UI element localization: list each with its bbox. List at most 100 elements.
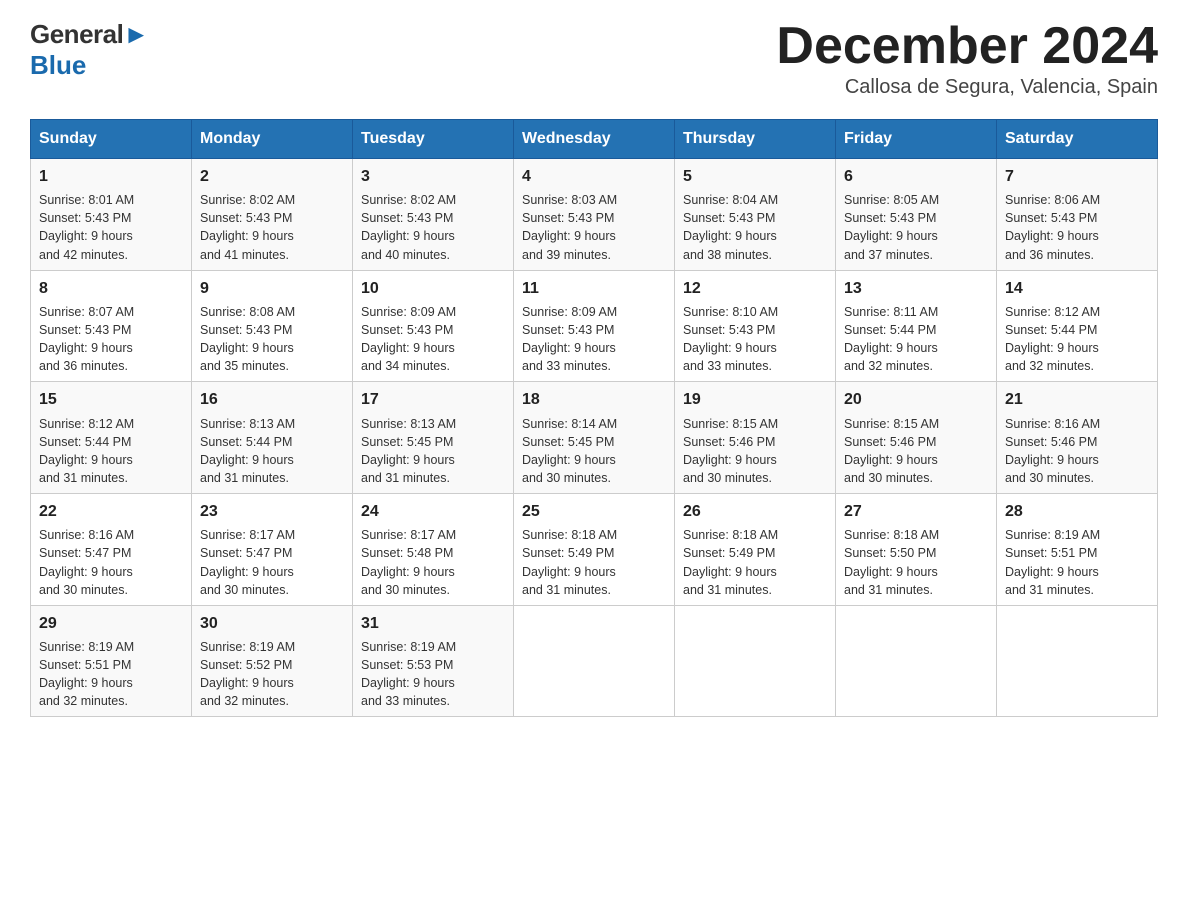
page-header: General► Blue December 2024 Callosa de S… — [30, 20, 1158, 99]
day-number: 17 — [361, 388, 505, 411]
day-info: Sunrise: 8:02 AMSunset: 5:43 PMDaylight:… — [200, 191, 344, 264]
day-number: 5 — [683, 165, 827, 188]
day-number: 23 — [200, 500, 344, 523]
day-info: Sunrise: 8:19 AMSunset: 5:51 PMDaylight:… — [39, 638, 183, 711]
day-number: 3 — [361, 165, 505, 188]
day-number: 27 — [844, 500, 988, 523]
day-info: Sunrise: 8:17 AMSunset: 5:47 PMDaylight:… — [200, 526, 344, 599]
calendar-week-row: 8 Sunrise: 8:07 AMSunset: 5:43 PMDaylight… — [31, 270, 1158, 382]
day-number: 6 — [844, 165, 988, 188]
day-info: Sunrise: 8:18 AMSunset: 5:49 PMDaylight:… — [522, 526, 666, 599]
calendar-cell: 25 Sunrise: 8:18 AMSunset: 5:49 PMDayligh… — [514, 494, 675, 606]
logo-text: General► — [30, 20, 149, 49]
col-tuesday: Tuesday — [353, 120, 514, 159]
title-block: December 2024 Callosa de Segura, Valenci… — [776, 20, 1158, 99]
calendar-table: Sunday Monday Tuesday Wednesday Thursday… — [30, 119, 1158, 717]
day-number: 25 — [522, 500, 666, 523]
calendar-cell: 20 Sunrise: 8:15 AMSunset: 5:46 PMDayligh… — [836, 382, 997, 494]
calendar-cell: 4 Sunrise: 8:03 AMSunset: 5:43 PMDaylight… — [514, 159, 675, 271]
day-info: Sunrise: 8:04 AMSunset: 5:43 PMDaylight:… — [683, 191, 827, 264]
calendar-week-row: 1 Sunrise: 8:01 AMSunset: 5:43 PMDaylight… — [31, 159, 1158, 271]
calendar-cell: 24Sunrise: 8:17 AMSunset: 5:48 PMDayligh… — [353, 494, 514, 606]
calendar-cell — [836, 605, 997, 717]
day-info: Sunrise: 8:01 AMSunset: 5:43 PMDaylight:… — [39, 191, 183, 264]
month-title: December 2024 — [776, 20, 1158, 72]
calendar-cell: 9Sunrise: 8:08 AMSunset: 5:43 PMDaylight… — [192, 270, 353, 382]
day-number: 2 — [200, 165, 344, 188]
col-saturday: Saturday — [997, 120, 1158, 159]
day-info: Sunrise: 8:15 AMSunset: 5:46 PMDaylight:… — [683, 415, 827, 488]
calendar-cell: 19 Sunrise: 8:15 AMSunset: 5:46 PMDayligh… — [675, 382, 836, 494]
day-info: Sunrise: 8:09 AMSunset: 5:43 PMDaylight:… — [522, 303, 666, 376]
calendar-cell: 21Sunrise: 8:16 AMSunset: 5:46 PMDayligh… — [997, 382, 1158, 494]
location: Callosa de Segura, Valencia, Spain — [776, 76, 1158, 99]
day-info: Sunrise: 8:19 AMSunset: 5:52 PMDaylight:… — [200, 638, 344, 711]
col-monday: Monday — [192, 120, 353, 159]
day-info: Sunrise: 8:07 AMSunset: 5:43 PMDaylight:… — [39, 303, 183, 376]
day-number: 13 — [844, 277, 988, 300]
calendar-cell: 18Sunrise: 8:14 AMSunset: 5:45 PMDayligh… — [514, 382, 675, 494]
day-info: Sunrise: 8:12 AMSunset: 5:44 PMDaylight:… — [1005, 303, 1149, 376]
calendar-week-row: 15Sunrise: 8:12 AMSunset: 5:44 PMDayligh… — [31, 382, 1158, 494]
calendar-cell: 26 Sunrise: 8:18 AMSunset: 5:49 PMDayligh… — [675, 494, 836, 606]
day-number: 31 — [361, 612, 505, 635]
calendar-cell: 31Sunrise: 8:19 AMSunset: 5:53 PMDayligh… — [353, 605, 514, 717]
day-info: Sunrise: 8:13 AMSunset: 5:45 PMDaylight:… — [361, 415, 505, 488]
calendar-cell: 17 Sunrise: 8:13 AMSunset: 5:45 PMDayligh… — [353, 382, 514, 494]
logo-blue-text: Blue — [30, 51, 86, 80]
calendar-cell: 8 Sunrise: 8:07 AMSunset: 5:43 PMDaylight… — [31, 270, 192, 382]
col-wednesday: Wednesday — [514, 120, 675, 159]
day-number: 21 — [1005, 388, 1149, 411]
day-number: 19 — [683, 388, 827, 411]
day-number: 30 — [200, 612, 344, 635]
day-info: Sunrise: 8:05 AMSunset: 5:43 PMDaylight:… — [844, 191, 988, 264]
calendar-cell: 10 Sunrise: 8:09 AMSunset: 5:43 PMDayligh… — [353, 270, 514, 382]
calendar-cell: 23 Sunrise: 8:17 AMSunset: 5:47 PMDayligh… — [192, 494, 353, 606]
day-info: Sunrise: 8:15 AMSunset: 5:46 PMDaylight:… — [844, 415, 988, 488]
day-info: Sunrise: 8:18 AMSunset: 5:49 PMDaylight:… — [683, 526, 827, 599]
calendar-cell: 29 Sunrise: 8:19 AMSunset: 5:51 PMDayligh… — [31, 605, 192, 717]
day-number: 22 — [39, 500, 183, 523]
day-info: Sunrise: 8:12 AMSunset: 5:44 PMDaylight:… — [39, 415, 183, 488]
day-info: Sunrise: 8:10 AMSunset: 5:43 PMDaylight:… — [683, 303, 827, 376]
calendar-cell: 3Sunrise: 8:02 AMSunset: 5:43 PMDaylight… — [353, 159, 514, 271]
day-info: Sunrise: 8:09 AMSunset: 5:43 PMDaylight:… — [361, 303, 505, 376]
day-number: 16 — [200, 388, 344, 411]
day-number: 12 — [683, 277, 827, 300]
col-sunday: Sunday — [31, 120, 192, 159]
calendar-week-row: 22Sunrise: 8:16 AMSunset: 5:47 PMDayligh… — [31, 494, 1158, 606]
calendar-cell — [514, 605, 675, 717]
day-number: 26 — [683, 500, 827, 523]
day-info: Sunrise: 8:03 AMSunset: 5:43 PMDaylight:… — [522, 191, 666, 264]
day-number: 28 — [1005, 500, 1149, 523]
calendar-cell: 1 Sunrise: 8:01 AMSunset: 5:43 PMDaylight… — [31, 159, 192, 271]
calendar-cell — [997, 605, 1158, 717]
calendar-cell: 13 Sunrise: 8:11 AMSunset: 5:44 PMDayligh… — [836, 270, 997, 382]
day-info: Sunrise: 8:06 AMSunset: 5:43 PMDaylight:… — [1005, 191, 1149, 264]
calendar-week-row: 29 Sunrise: 8:19 AMSunset: 5:51 PMDayligh… — [31, 605, 1158, 717]
calendar-cell: 14Sunrise: 8:12 AMSunset: 5:44 PMDayligh… — [997, 270, 1158, 382]
weekday-header-row: Sunday Monday Tuesday Wednesday Thursday… — [31, 120, 1158, 159]
day-info: Sunrise: 8:13 AMSunset: 5:44 PMDaylight:… — [200, 415, 344, 488]
day-info: Sunrise: 8:11 AMSunset: 5:44 PMDaylight:… — [844, 303, 988, 376]
day-info: Sunrise: 8:08 AMSunset: 5:43 PMDaylight:… — [200, 303, 344, 376]
calendar-cell: 27 Sunrise: 8:18 AMSunset: 5:50 PMDayligh… — [836, 494, 997, 606]
day-info: Sunrise: 8:18 AMSunset: 5:50 PMDaylight:… — [844, 526, 988, 599]
day-info: Sunrise: 8:17 AMSunset: 5:48 PMDaylight:… — [361, 526, 505, 599]
day-number: 20 — [844, 388, 988, 411]
calendar-cell: 11 Sunrise: 8:09 AMSunset: 5:43 PMDayligh… — [514, 270, 675, 382]
day-info: Sunrise: 8:14 AMSunset: 5:45 PMDaylight:… — [522, 415, 666, 488]
day-number: 8 — [39, 277, 183, 300]
logo: General► Blue — [30, 20, 149, 79]
col-thursday: Thursday — [675, 120, 836, 159]
day-number: 10 — [361, 277, 505, 300]
day-number: 11 — [522, 277, 666, 300]
calendar-cell: 22Sunrise: 8:16 AMSunset: 5:47 PMDayligh… — [31, 494, 192, 606]
day-number: 4 — [522, 165, 666, 188]
day-number: 29 — [39, 612, 183, 635]
calendar-cell: 12 Sunrise: 8:10 AMSunset: 5:43 PMDayligh… — [675, 270, 836, 382]
calendar-cell: 7Sunrise: 8:06 AMSunset: 5:43 PMDaylight… — [997, 159, 1158, 271]
day-number: 1 — [39, 165, 183, 188]
calendar-cell: 16 Sunrise: 8:13 AMSunset: 5:44 PMDayligh… — [192, 382, 353, 494]
calendar-cell: 5 Sunrise: 8:04 AMSunset: 5:43 PMDaylight… — [675, 159, 836, 271]
